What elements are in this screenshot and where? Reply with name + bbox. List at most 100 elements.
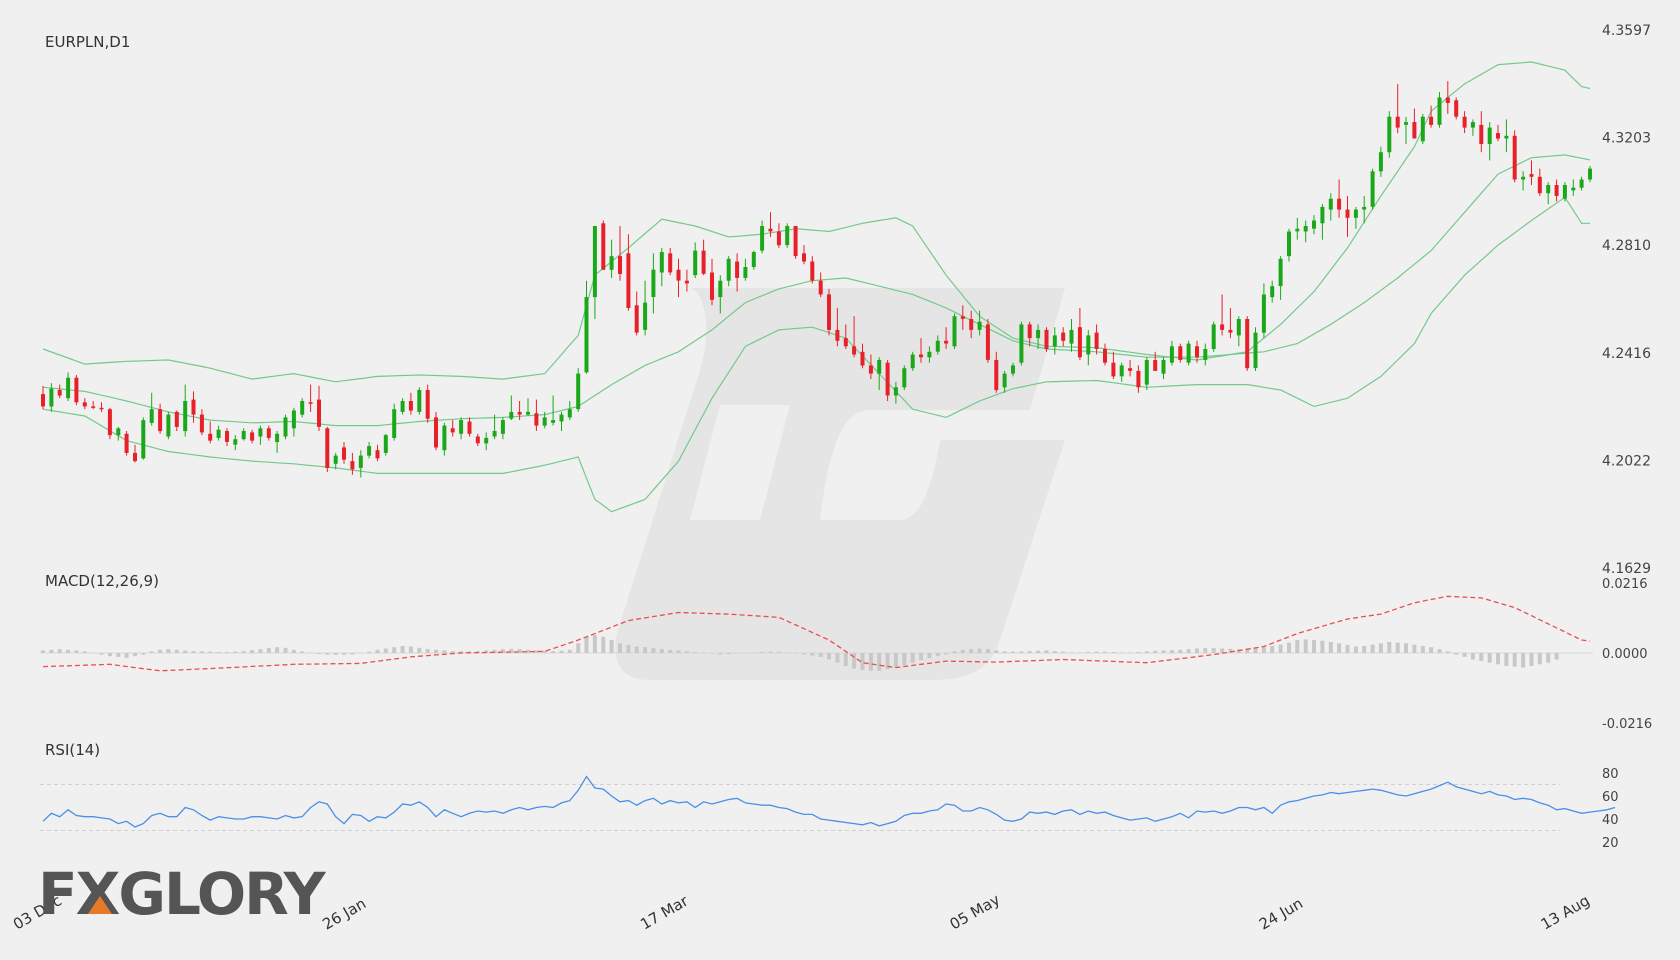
candle-body — [1228, 329, 1233, 333]
macd-histogram-bar — [969, 649, 974, 653]
macd-histogram-bar — [1437, 649, 1442, 653]
macd-histogram-bar — [1328, 642, 1333, 653]
candle-body — [793, 226, 798, 257]
candle — [199, 409, 204, 436]
candle — [149, 392, 154, 426]
candle — [400, 398, 405, 415]
candle — [325, 426, 330, 472]
macd-histogram-bar — [392, 647, 397, 653]
macd-histogram-bar — [250, 650, 255, 653]
candle — [743, 258, 748, 281]
candle-body — [718, 280, 723, 298]
candle-body — [960, 316, 965, 319]
candle-body — [1253, 332, 1258, 369]
candle — [183, 384, 188, 437]
candle — [74, 375, 79, 406]
candle — [283, 414, 288, 440]
candle-body — [1420, 116, 1425, 142]
candle-body — [158, 409, 163, 432]
candle — [776, 223, 781, 248]
candle-body — [1370, 171, 1375, 207]
macd-histogram-bar — [877, 653, 882, 671]
macd-histogram-bar — [927, 653, 932, 659]
macd-histogram-bar — [350, 653, 355, 655]
candle-body — [1404, 122, 1408, 125]
rsi-tick-label: 80 — [1602, 767, 1619, 782]
macd-histogram-bar — [300, 651, 305, 653]
candle — [158, 403, 163, 434]
macd-histogram-bar — [266, 648, 271, 653]
date-tick-label: 13 Aug — [1538, 891, 1593, 933]
candle — [517, 401, 522, 421]
candle-body — [668, 253, 673, 273]
candle — [551, 395, 556, 426]
candle-body — [1178, 346, 1183, 360]
candle-body — [174, 411, 179, 427]
candle-body — [1002, 373, 1007, 388]
candle — [99, 402, 104, 412]
candle-body — [467, 421, 472, 434]
macd-histogram-bar — [107, 653, 112, 657]
macd-histogram-bar — [41, 650, 45, 653]
candle-body — [1353, 209, 1358, 218]
macd-histogram-bar — [710, 653, 714, 654]
macd-histogram-bar — [1119, 652, 1124, 653]
macd-histogram-bar — [559, 650, 564, 653]
candle — [1287, 228, 1291, 262]
candle — [459, 417, 464, 440]
candle-body — [291, 410, 296, 429]
candle-body — [383, 435, 388, 453]
candle-body — [1019, 324, 1024, 363]
candle — [116, 426, 121, 441]
macd-histogram-bar — [375, 649, 380, 653]
candle-body — [1278, 258, 1283, 287]
macd-histogram-bar — [317, 653, 321, 654]
candle — [425, 384, 430, 423]
macd-histogram-bar — [199, 651, 204, 653]
candle-body — [1094, 332, 1099, 349]
candle-body — [442, 425, 447, 451]
candle — [1077, 308, 1082, 360]
candle-body — [1537, 176, 1542, 194]
candle-body — [225, 431, 229, 442]
candle-body — [107, 409, 112, 436]
candle — [1328, 193, 1333, 221]
candle — [885, 360, 890, 401]
candle — [1395, 83, 1400, 134]
candle — [392, 403, 397, 441]
candle-body — [1588, 168, 1592, 180]
macd-histogram-bar — [308, 652, 313, 653]
candle-body — [208, 433, 213, 441]
candle — [1270, 280, 1275, 303]
candle — [559, 411, 564, 431]
price-tick-label: 4.2022 — [1602, 454, 1651, 470]
candle — [810, 256, 815, 284]
macd-histogram-bar — [760, 652, 765, 653]
candle-body — [576, 373, 581, 410]
macd-histogram-bar — [1061, 651, 1066, 653]
candle-body — [919, 354, 923, 358]
candle — [434, 411, 438, 451]
candle — [342, 442, 346, 464]
candle — [643, 280, 648, 336]
candle-body — [1195, 346, 1199, 358]
candle-body — [1337, 198, 1342, 210]
candle-body — [877, 360, 882, 374]
candle — [952, 313, 957, 349]
macd-histogram-bar — [1537, 653, 1542, 665]
candle — [1295, 217, 1300, 240]
candle — [1019, 321, 1024, 366]
candle-body — [551, 420, 556, 423]
candle — [1546, 182, 1551, 205]
candle-body — [1487, 127, 1492, 144]
macd-histogram-bar — [684, 651, 689, 653]
macd-histogram-bar — [1546, 653, 1551, 663]
candle-body — [1186, 343, 1191, 363]
candle-body — [885, 362, 890, 396]
macd-histogram-bar — [358, 652, 363, 654]
macd-histogram-bar — [1429, 647, 1434, 653]
macd-histogram-bar — [1554, 653, 1559, 660]
macd-histogram-bar — [1211, 648, 1216, 653]
candle-body — [902, 368, 907, 388]
candle — [726, 256, 731, 287]
